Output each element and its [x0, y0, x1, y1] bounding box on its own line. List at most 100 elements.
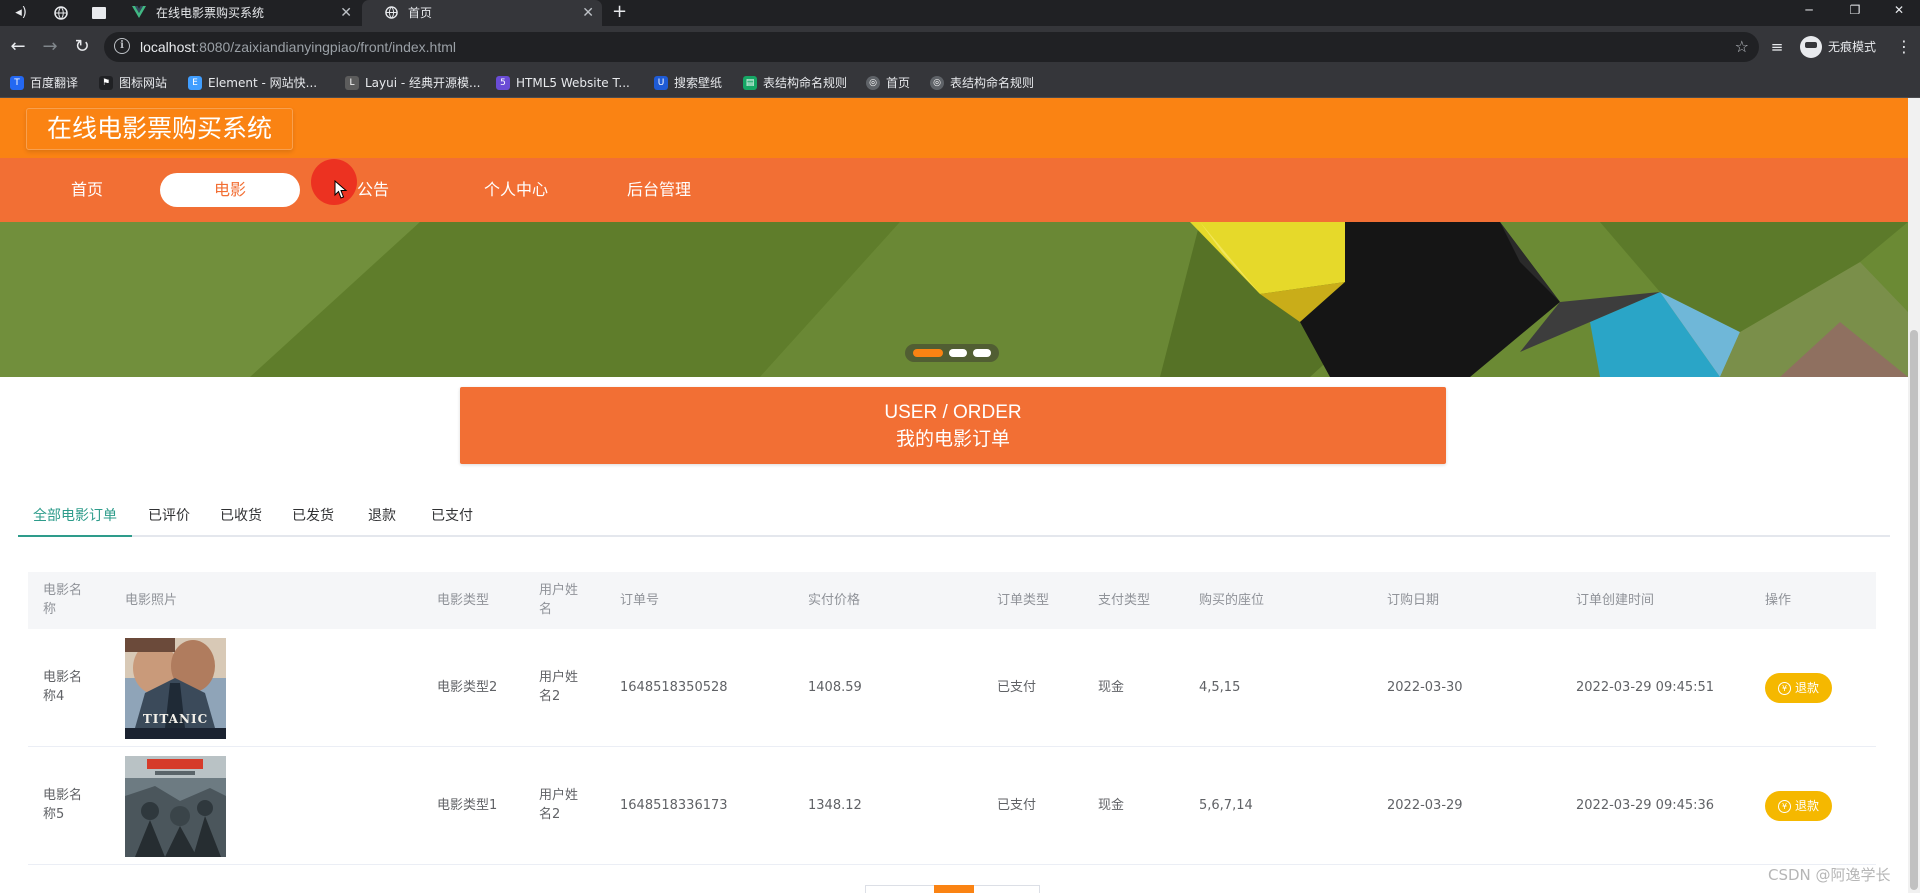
mouse-pointer-icon [334, 180, 348, 199]
tab-refund[interactable]: 退款 [368, 497, 396, 537]
reload-icon[interactable]: ↻ [70, 35, 94, 59]
site-nav: 首页 电影 公告 个人中心 后台管理 [0, 158, 1908, 222]
tab-reviewed[interactable]: 已评价 [148, 497, 190, 537]
tab-received[interactable]: 已收货 [220, 497, 262, 537]
col-price: 实付价格 [808, 593, 861, 608]
site-info-icon[interactable]: i [114, 38, 130, 54]
refund-button[interactable]: ¥ 退款 [1765, 791, 1832, 821]
movie-poster[interactable]: TITANIC [125, 638, 226, 739]
incognito-indicator[interactable]: 无痕模式 [1800, 36, 1876, 58]
carousel-banner[interactable] [0, 222, 1908, 377]
wallpaper-icon: U [654, 76, 668, 90]
col-movie-photo: 电影照片 [125, 593, 178, 608]
carousel-dot[interactable] [973, 349, 991, 357]
close-icon[interactable]: ✕ [340, 0, 352, 26]
new-tab-icon[interactable]: + [612, 0, 627, 24]
cell-created-time: 2022-03-29 09:45:36 [1576, 798, 1715, 813]
cell-order-type: 已支付 [997, 680, 1037, 695]
cell-seats: 4,5,15 [1199, 680, 1241, 695]
browser-toolbar: ← → ↻ i localhost:8080/zaixiandianyingpi… [0, 26, 1920, 68]
globe-icon: ◎ [930, 76, 944, 90]
bookmark-item[interactable]: T 百度翻译 [10, 68, 78, 98]
carousel-dot[interactable] [949, 349, 967, 357]
bookmark-item[interactable]: E Element - 网站快... [188, 68, 317, 98]
col-order-no: 订单号 [620, 593, 660, 608]
bookmark-item[interactable]: ▤ 表结构命名规则 [743, 68, 847, 98]
movie-poster[interactable] [125, 756, 226, 857]
cell-user-name: 用户姓 名2 [539, 788, 579, 822]
cell-order-type: 已支付 [997, 798, 1037, 813]
vue-icon [132, 6, 146, 20]
back-icon[interactable]: ← [6, 35, 30, 59]
html5-icon: 5 [496, 76, 510, 90]
cell-user-name: 用户姓 名2 [539, 670, 579, 704]
tab-overview-icon[interactable] [88, 2, 110, 24]
minimize-icon[interactable]: ─ [1786, 0, 1832, 26]
page-scrollbar[interactable] [1908, 98, 1920, 893]
browser-tab-1[interactable]: 在线电影票购买系统 ✕ [110, 0, 360, 26]
cell-order-no: 1648518350528 [620, 680, 728, 695]
reading-list-icon[interactable]: ≡ [1765, 35, 1789, 59]
bookmark-item[interactable]: ◎ 表结构命名规则 [930, 68, 1034, 98]
cell-seats: 5,6,7,14 [1199, 798, 1253, 813]
col-movie-type: 电影类型 [437, 593, 490, 608]
pagination-current-page[interactable] [934, 885, 974, 893]
browser-tab-2[interactable]: 首页 ✕ [362, 0, 602, 26]
forward-icon[interactable]: → [38, 35, 62, 59]
nav-admin[interactable]: 后台管理 [589, 173, 729, 207]
carousel-dot[interactable] [913, 349, 943, 357]
carousel-indicators [905, 344, 999, 362]
tab-shipped[interactable]: 已发货 [292, 497, 334, 537]
cell-movie-type: 电影类型2 [437, 680, 498, 695]
cell-pay-type: 现金 [1098, 680, 1125, 695]
scrollbar-thumb[interactable] [1910, 330, 1918, 890]
bookmarks-bar: T 百度翻译 ⚑ 图标网站 E Element - 网站快... L Layui - 经… [0, 68, 1920, 98]
bookmark-item[interactable]: L Layui - 经典开源模... [345, 68, 480, 98]
cell-price: 1408.59 [808, 680, 862, 695]
table-header: 电影名 称 电影照片 电影类型 用户姓 名 订单号 实付价格 订单类型 支付类型… [28, 572, 1876, 629]
globe-icon [384, 6, 398, 20]
refund-button[interactable]: ¥ 退款 [1765, 673, 1832, 703]
globe-icon[interactable] [50, 2, 72, 24]
nav-movies[interactable]: 电影 [160, 173, 300, 207]
cell-movie-type: 电影类型1 [437, 798, 498, 813]
bookmark-item[interactable]: ⚑ 图标网站 [99, 68, 167, 98]
order-banner-en: USER / ORDER [884, 402, 1022, 423]
order-banner-cn: 我的电影订单 [895, 428, 1010, 450]
close-icon[interactable]: ✕ [582, 0, 594, 26]
address-bar[interactable]: i localhost:8080/zaixiandianyingpiao/fro… [104, 32, 1759, 62]
bookmark-item[interactable]: ◎ 首页 [866, 68, 910, 98]
speaker-icon[interactable]: ◂) [10, 2, 32, 24]
window-close-icon[interactable]: ✕ [1876, 0, 1920, 26]
poster-title: TITANIC [142, 712, 209, 726]
cell-movie-name: 电影名 称4 [43, 670, 83, 704]
cell-pay-type: 现金 [1098, 798, 1125, 813]
yen-icon: ¥ [1777, 800, 1791, 813]
browser-tab-bar: ◂) 在线电影票购买系统 ✕ 首页 ✕ + ─ ❐ ✕ [0, 0, 1920, 26]
table-row: 电影名 称5 电影类型1 用户姓 名2 1648518336173 1348.1… [28, 747, 1876, 865]
nav-home[interactable]: 首页 [17, 173, 157, 207]
tab-all-orders[interactable]: 全部电影订单 [18, 497, 132, 537]
tab-title: 在线电影票购买系统 [156, 6, 265, 20]
menu-icon[interactable]: ⋮ [1892, 35, 1916, 59]
cell-price: 1348.12 [808, 798, 862, 813]
incognito-label: 无痕模式 [1828, 40, 1877, 54]
cell-movie-name: 电影名 称5 [43, 788, 83, 822]
cell-order-no: 1648518336173 [620, 798, 728, 813]
bookmark-item[interactable]: U 搜索壁纸 [654, 68, 722, 98]
order-tabs: 全部电影订单 已评价 已收货 已发货 退款 已支付 [18, 497, 1890, 537]
table-row: 电影名 称4 TITANIC 电影类型2 用户姓 名2 164851835052… [28, 629, 1876, 747]
watermark: CSDN @阿逸学长 [1768, 866, 1891, 884]
col-seats: 购买的座位 [1199, 593, 1265, 608]
pagination[interactable] [865, 885, 1040, 893]
col-pay-type: 支付类型 [1098, 593, 1151, 608]
incognito-icon [1800, 36, 1822, 58]
nav-profile[interactable]: 个人中心 [446, 173, 586, 207]
bookmark-item[interactable]: 5 HTML5 Website T... [496, 68, 630, 98]
tab-paid[interactable]: 已支付 [431, 497, 473, 537]
bookmark-star-icon[interactable]: ☆ [1735, 32, 1749, 62]
order-section-banner: USER / ORDER 我的电影订单 [460, 387, 1446, 464]
site-title[interactable]: 在线电影票购买系统 [26, 108, 294, 150]
col-created-time: 订单创建时间 [1576, 593, 1655, 608]
restore-icon[interactable]: ❐ [1832, 0, 1878, 26]
